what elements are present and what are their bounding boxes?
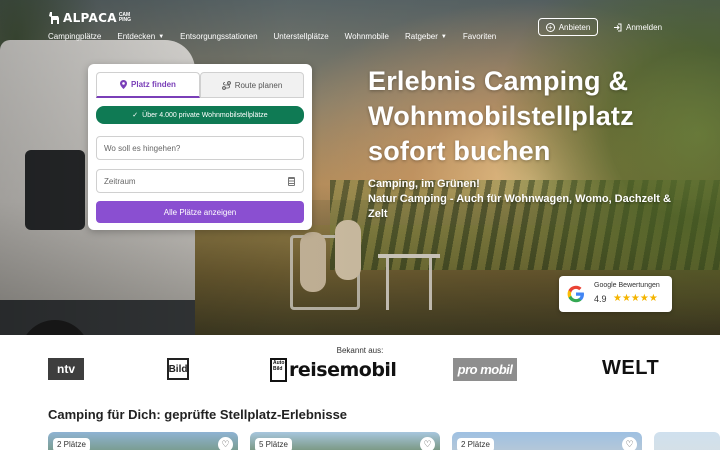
nav-item-entdecken[interactable]: Entdecken ▼ (117, 31, 164, 43)
trust-badge-label: Über 4.000 private Wohnmobilstellplätze (142, 111, 268, 119)
star-rating-icon: ★★★★★ (613, 293, 658, 304)
search-card: Platz finden Route planen ✓ Über 4.000 p… (88, 64, 312, 230)
map-pin-icon (120, 80, 128, 89)
brand-logo[interactable]: ALPACA CAM PING (48, 11, 131, 24)
bild-logo: Bild (167, 358, 189, 380)
place-count-chip: 2 Plätze (457, 438, 494, 450)
google-rating-badge[interactable]: Google Bewertungen 4.9 ★★★★★ (559, 276, 672, 312)
brand-sub-bottom: PING (118, 17, 132, 23)
check-icon: ✓ (132, 112, 139, 119)
nav-item-favoriten[interactable]: Favoriten (463, 31, 496, 43)
offer-label: Anbieten (558, 22, 591, 32)
experience-card[interactable]: 2 Plätze ♡ (48, 432, 238, 450)
brand-sub: CAM PING (119, 13, 131, 23)
reisemobil-logo: Auto Bild reisemobil (270, 357, 397, 382)
date-range-placeholder: Zeitraum (104, 176, 136, 186)
experience-card-partial[interactable] (654, 432, 720, 450)
heart-icon[interactable]: ♡ (218, 437, 233, 450)
tab-platz-finden[interactable]: Platz finden (96, 72, 200, 98)
login-label: Anmelden (626, 22, 663, 32)
page: ALPACA CAM PING Campingplätze Entdecken ▼… (0, 0, 720, 450)
google-icon (567, 285, 584, 303)
ntv-logo: ntv (48, 358, 84, 380)
heart-icon[interactable]: ♡ (420, 437, 435, 450)
place-count-chip: 5 Plätze (255, 438, 292, 450)
nav-label: Entsorgungsstationen (180, 32, 258, 41)
nav-item-ratgeber[interactable]: Ratgeber ▼ (405, 31, 447, 43)
nav-label: Entdecken (117, 32, 156, 41)
chevron-down-icon: ▼ (158, 34, 165, 40)
main-nav: Campingplätze Entdecken ▼ Entsorgungsstat… (48, 31, 512, 43)
nav-item-wohnmobile[interactable]: Wohnmobile (345, 31, 389, 43)
hero-subline-2: Natur Camping - Auch für Wohnwagen, Womo… (368, 193, 671, 220)
nav-item-campingplaetze[interactable]: Campingplätze (48, 31, 101, 43)
reisemobil-text: reisemobil (289, 358, 397, 381)
tab-route-planen[interactable]: Route planen (200, 72, 304, 98)
hero-subline: Camping, im Grünen! Natur Camping - Auch… (368, 177, 678, 222)
login-icon (614, 23, 622, 31)
date-range-input[interactable]: Zeitraum (96, 169, 304, 193)
destination-placeholder: Wo soll es hingehen? (104, 143, 181, 153)
promobil-logo: pro mobil (453, 358, 517, 381)
press-label: Bekannt aus: (336, 346, 384, 355)
submit-label: Alle Plätze anzeigen (163, 207, 237, 217)
nav-label: Campingplätze (48, 32, 102, 41)
auto-bild-box: Auto Bild (270, 357, 287, 382)
offer-button[interactable]: + Anbieten (538, 18, 598, 36)
welt-logo: WELT (602, 357, 660, 379)
heart-icon[interactable]: ♡ (622, 437, 637, 450)
nav-label: Wohnmobile (344, 32, 389, 41)
hero-subline-1: Camping, im Grünen! (368, 178, 480, 190)
show-all-places-button[interactable]: Alle Plätze anzeigen (96, 201, 304, 223)
nav-label: Favoriten (462, 32, 497, 41)
brand-name: ALPACA (63, 11, 117, 25)
nav-label: Ratgeber (405, 32, 438, 41)
destination-input[interactable]: Wo soll es hingehen? (96, 136, 304, 160)
trust-badge: ✓ Über 4.000 private Wohnmobilstellplätz… (96, 106, 304, 124)
experience-card[interactable]: 2 Plätze ♡ (452, 432, 642, 450)
chevron-down-icon: ▼ (440, 34, 447, 40)
route-icon (221, 80, 231, 90)
hero-headline: Erlebnis Camping & Wohnmobilstellplatz s… (368, 66, 634, 166)
plus-circle-icon: + (545, 22, 555, 32)
alpaca-icon (49, 12, 59, 24)
google-label: Google Bewertungen (594, 282, 660, 289)
google-rating-value: 4.9 (594, 294, 607, 304)
section-title: Camping für Dich: geprüfte Stellplatz-Er… (48, 407, 348, 422)
tab-label: Platz finden (131, 80, 176, 89)
nav-item-entsorgungsstationen[interactable]: Entsorgungsstationen (180, 31, 257, 43)
experience-card[interactable]: 5 Plätze ♡ (250, 432, 440, 450)
calendar-icon (288, 176, 295, 186)
place-count-chip: 2 Plätze (53, 438, 90, 450)
nav-item-unterstellplaetze[interactable]: Unterstellplätze (274, 31, 329, 43)
nav-label: Unterstellplätze (273, 32, 329, 41)
tab-label: Route planen (234, 80, 283, 90)
login-button[interactable]: Anmelden (613, 20, 662, 34)
